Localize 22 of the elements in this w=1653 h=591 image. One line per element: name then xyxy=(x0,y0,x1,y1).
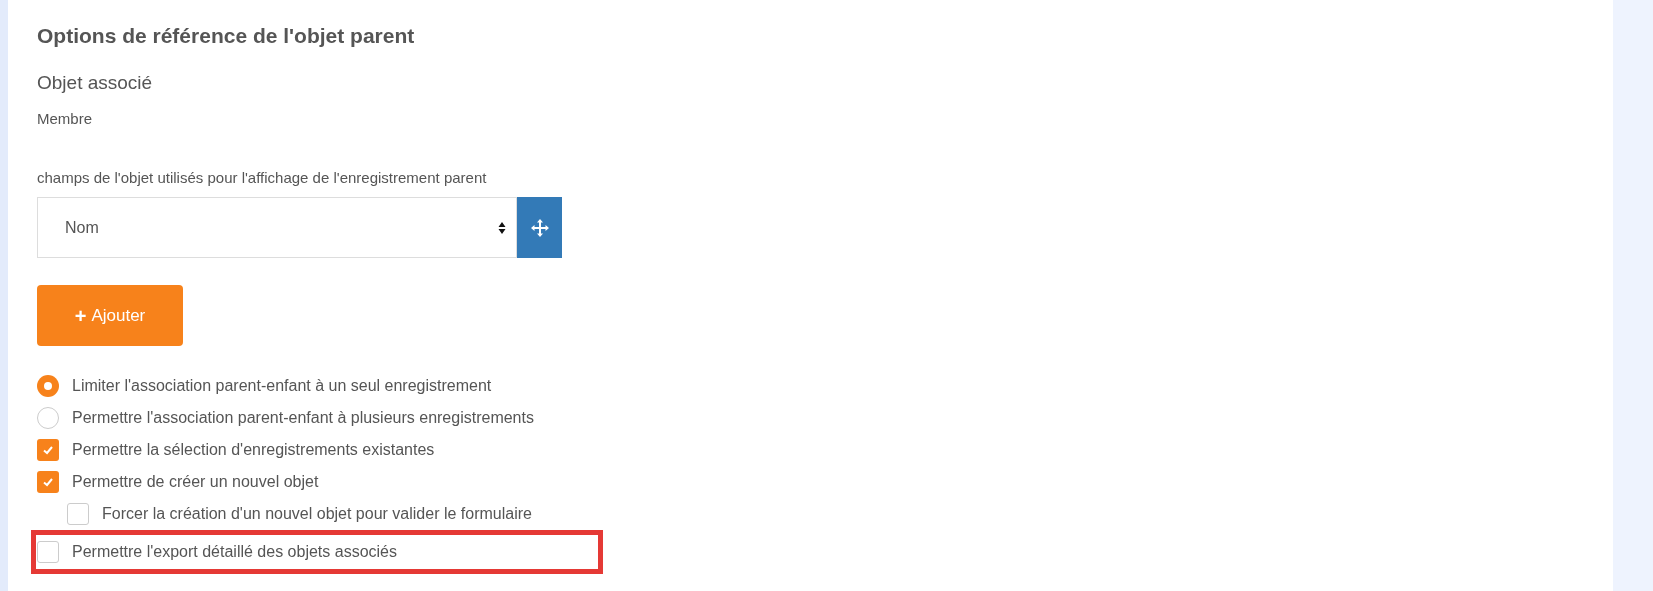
sort-arrows-icon xyxy=(498,220,506,235)
checkbox[interactable] xyxy=(67,503,89,525)
check-icon xyxy=(42,476,54,488)
option-label: Permettre de créer un nouvel objet xyxy=(72,472,319,492)
field-label: champs de l'objet utilisés pour l'affichage de l'enregistrement parent xyxy=(37,167,488,188)
option-label: Permettre l'export détaillé des objets associés xyxy=(72,542,397,562)
section-title: Options de référence de l'objet parent xyxy=(37,23,416,49)
drag-handle[interactable] xyxy=(517,197,562,258)
option-label: Permettre la sélection d'enregistrements existantes xyxy=(72,440,435,460)
move-icon xyxy=(530,218,549,237)
radio-button[interactable] xyxy=(37,407,59,429)
radio-button[interactable] xyxy=(37,375,59,397)
object-name: Membre xyxy=(37,109,93,129)
checkbox[interactable] xyxy=(37,439,59,461)
option-label: Limiter l'association parent-enfant à un seul enregistrement xyxy=(72,376,492,396)
checkbox[interactable] xyxy=(37,471,59,493)
option-label: Forcer la création d'un nouvel objet pour valider le formulaire xyxy=(102,504,532,524)
option-label: Permettre l'association parent-enfant à plusieurs enregistrements xyxy=(72,408,534,428)
check-icon xyxy=(42,444,54,456)
subsection-title: Objet associé xyxy=(37,71,154,95)
field-select[interactable]: Nom xyxy=(37,197,517,258)
checkbox[interactable] xyxy=(37,541,59,563)
